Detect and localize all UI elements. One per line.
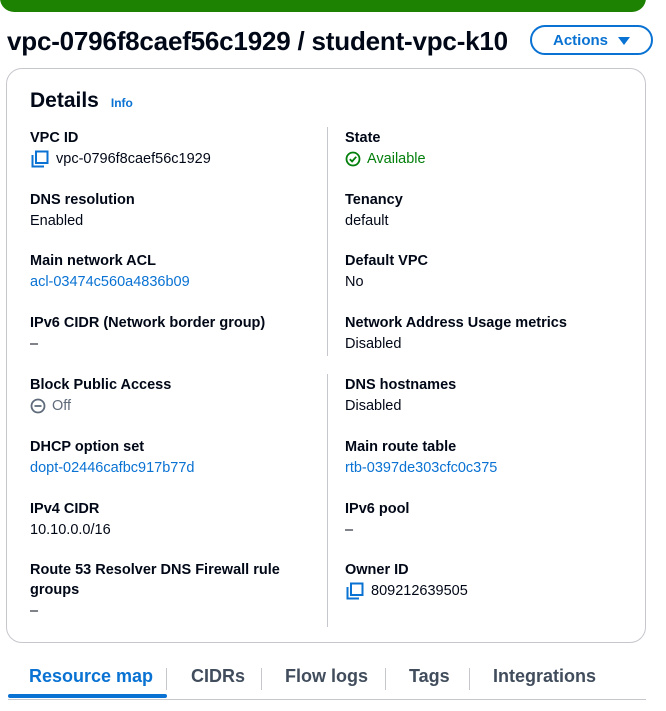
field-label: groups (30, 582, 80, 598)
field-value: – (345, 522, 354, 538)
vpc-id-value: vpc-0796f8caef56c1929 (56, 151, 211, 167)
field-label: DNS hostnames (345, 377, 457, 393)
details-title: Details (30, 89, 99, 112)
field-label: IPv6 pool (345, 501, 410, 517)
field-route53-resolver: Route 53 Resolver DNS Firewall rule grou… (30, 560, 330, 622)
actions-button-label: Actions (552, 31, 608, 49)
field-value: – (30, 336, 39, 352)
info-link[interactable]: Info (111, 96, 133, 110)
tab-separator (166, 668, 167, 690)
field-label: Main route table (345, 439, 457, 455)
status-stopped-icon (30, 398, 46, 414)
field-ipv4-cidr: IPv4 CIDR 10.10.0.0/16 (30, 499, 330, 541)
copy-icon[interactable] (345, 581, 365, 601)
state-value: Available (367, 151, 426, 167)
field-value: Enabled (30, 213, 84, 229)
owner-id-value: 809212639505 (371, 583, 468, 599)
main-network-acl-link[interactable]: acl-03474c560a4836b09 (30, 271, 190, 293)
field-value: – (30, 603, 39, 619)
page-header: vpc-0796f8caef56c1929 / student-vpc-k10 … (7, 24, 653, 58)
details-header: Details Info (30, 89, 133, 113)
status-positive-icon (345, 151, 361, 167)
field-main-route-table: Main route table rtb-0397de303cfc0c375 (345, 437, 645, 479)
field-state: State Available (345, 128, 645, 170)
field-tenancy: Tenancy default (345, 190, 645, 232)
field-dns-hostnames: DNS hostnames Disabled (345, 375, 645, 417)
block-public-access-value: Off (52, 398, 72, 414)
success-flash-bar (0, 0, 646, 12)
field-value: No (345, 274, 364, 290)
field-value: Disabled (345, 398, 402, 414)
field-value: 809212639505 (345, 580, 645, 602)
field-label: State (345, 130, 381, 146)
field-value: default (345, 213, 389, 229)
tab-resource-map[interactable]: Resource map (29, 666, 153, 687)
field-ipv6-cidr: IPv6 CIDR (Network border group) – (30, 313, 330, 355)
tab-separator (261, 668, 262, 690)
caret-down-icon (618, 37, 630, 45)
field-value: Off (30, 395, 330, 417)
field-value: vpc-0796f8caef56c1929 (30, 148, 330, 170)
dhcp-option-set-link[interactable]: dopt-02446cafbc917b77d (30, 457, 194, 479)
tab-cidrs[interactable]: CIDRs (191, 666, 245, 687)
field-label: DNS resolution (30, 192, 135, 208)
field-ipv6-pool: IPv6 pool – (345, 499, 645, 541)
page-title: vpc-0796f8caef56c1929 / student-vpc-k10 (7, 25, 508, 56)
details-panel: Details Info VPC ID vpc-0796f8caef56c192… (6, 68, 646, 643)
field-label: Main network ACL (30, 253, 156, 269)
field-label: Default VPC (345, 253, 428, 269)
tab-bar: Resource map CIDRs Flow logs Tags Integr… (8, 660, 646, 700)
field-label: Owner ID (345, 562, 409, 578)
active-tab-indicator (8, 694, 167, 698)
tab-tags[interactable]: Tags (409, 666, 450, 687)
tab-separator (385, 668, 386, 690)
field-label: Tenancy (345, 192, 403, 208)
field-dhcp-option-set: DHCP option set dopt-02446cafbc917b77d (30, 437, 330, 479)
actions-button[interactable]: Actions (530, 25, 653, 55)
field-label: Route 53 Resolver DNS Firewall rule (30, 562, 280, 578)
field-label: IPv4 CIDR (30, 501, 100, 517)
tab-flow-logs[interactable]: Flow logs (285, 666, 368, 687)
field-main-network-acl: Main network ACL acl-03474c560a4836b09 (30, 251, 330, 293)
tab-integrations[interactable]: Integrations (493, 666, 596, 687)
field-block-public-access: Block Public Access Off (30, 375, 330, 417)
field-value: 10.10.0.0/16 (30, 522, 111, 538)
field-label: Block Public Access (30, 377, 172, 393)
field-value: Available (345, 148, 645, 170)
field-dns-resolution: DNS resolution Enabled (30, 190, 330, 232)
field-owner-id: Owner ID 809212639505 (345, 560, 645, 602)
field-default-vpc: Default VPC No (345, 251, 645, 293)
field-label: IPv6 CIDR (Network border group) (30, 315, 266, 331)
field-nau-metrics: Network Address Usage metrics Disabled (345, 313, 645, 355)
field-label: VPC ID (30, 130, 79, 146)
field-label: Network Address Usage metrics (345, 315, 567, 331)
main-route-table-link[interactable]: rtb-0397de303cfc0c375 (345, 457, 497, 479)
field-label: DHCP option set (30, 439, 145, 455)
copy-icon[interactable] (30, 149, 50, 169)
field-vpc-id: VPC ID vpc-0796f8caef56c1929 (30, 128, 330, 170)
field-value: Disabled (345, 336, 402, 352)
tab-separator (469, 668, 470, 690)
